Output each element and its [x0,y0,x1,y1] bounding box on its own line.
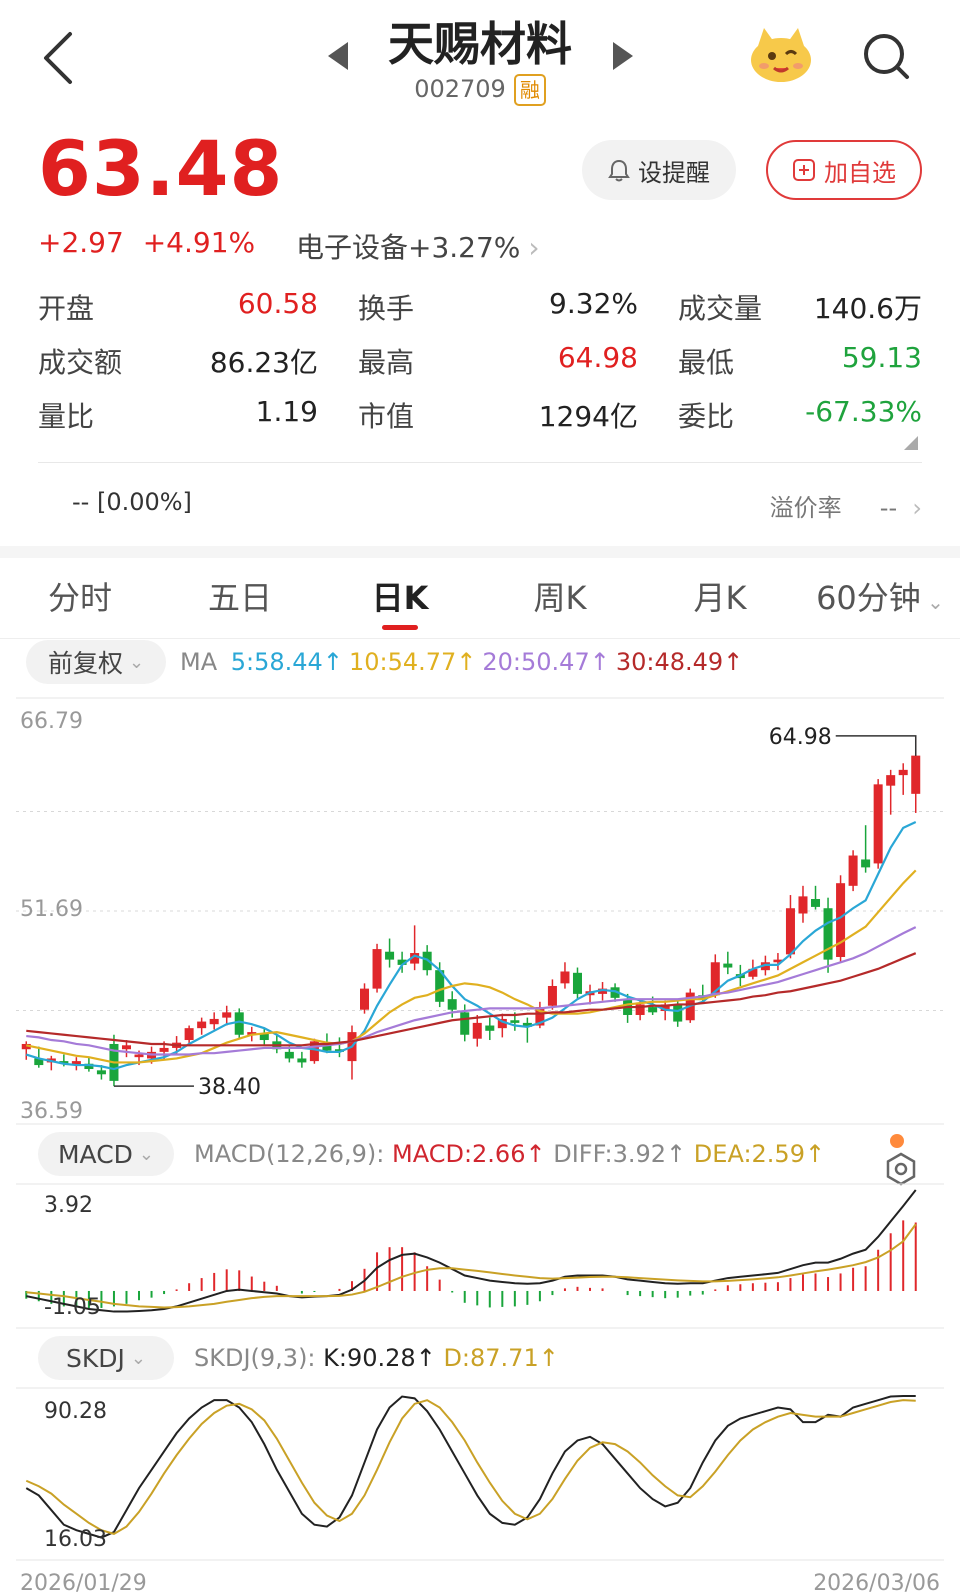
low-marker-label: 38.40 [198,1075,261,1100]
candle-body [134,1054,144,1058]
candle-body [385,951,395,960]
candle-body [547,985,557,1006]
candle-body [648,1007,658,1013]
skdj-axis-bottom: 16.03 [44,1527,107,1552]
candle-body [572,972,582,994]
candle-body [485,1025,495,1031]
candle-body [723,963,733,968]
candle-body [447,999,457,1010]
skdj-axis-top: 90.28 [44,1399,107,1424]
candle-body [861,859,871,868]
diff-line [26,1189,917,1313]
high-marker-label: 64.98 [769,725,832,750]
price-axis-bottom: 36.59 [20,1099,83,1124]
candle-body [873,784,883,864]
candle-body [560,971,570,984]
candle-body [472,1022,482,1039]
candle-body [121,1045,131,1050]
dea-line [26,1223,917,1309]
macd-axis-bottom: -1.05 [44,1295,101,1320]
candle-body [234,1012,244,1035]
candle-body [96,1070,106,1075]
candle-body [836,883,846,957]
date-axis-end: 2026/03/06 [813,1571,940,1595]
candle-body [898,769,908,776]
stock-chart[interactable]: 66.79 51.69 36.59 64.98 38.40 3.92 -1.05 90.28 1… [0,0,960,1595]
macd-axis-top: 3.92 [44,1193,93,1218]
candle-body [886,775,896,786]
candle-body [673,1004,683,1022]
price-axis-mid: 51.69 [20,897,83,922]
candle-body [197,1021,207,1029]
k-line [25,1395,916,1539]
ma-line-ma5 [25,821,917,1071]
candle-body [284,1051,294,1059]
candle-body [460,1012,470,1035]
ma-line-ma30 [26,952,917,1047]
candle-body [297,1058,307,1063]
candle-body [372,949,382,989]
candle-body [360,988,370,1010]
candle-body [159,1047,169,1052]
ma-line-ma20 [26,926,917,1056]
candle-body [798,896,808,914]
high-marker-line [835,735,917,756]
date-axis-start: 2026/01/29 [20,1571,147,1595]
ma-line-ma10 [26,869,917,1064]
candle-body [510,1020,520,1023]
candle-body [209,1018,219,1025]
candle-body [222,1012,232,1018]
candle-body [184,1028,194,1041]
price-axis-top: 66.79 [20,709,83,734]
candle-body [811,899,821,907]
d-line [25,1399,916,1535]
candle-body [911,755,921,794]
candle-body [848,855,858,886]
candle-body [785,908,795,955]
